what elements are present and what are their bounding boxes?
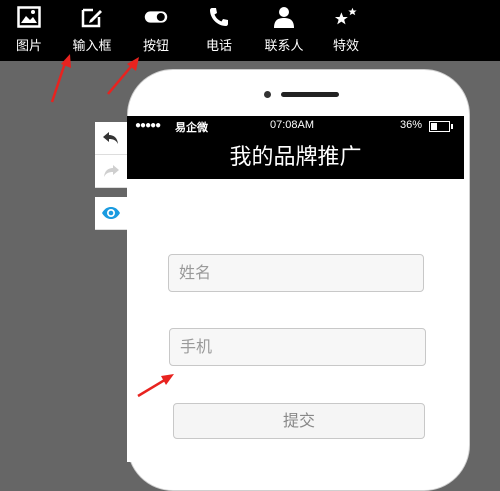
- component-toolbar: 图片 输入框 按钮 电话 联系人 特效: [0, 0, 500, 61]
- redo-button[interactable]: [95, 155, 127, 188]
- stars-icon: [334, 7, 357, 25]
- battery-percent: 36%: [400, 119, 423, 131]
- toolbar-item-label: 输入框: [72, 39, 112, 54]
- toolbar-item-image[interactable]: 图片: [8, 0, 50, 61]
- toggle-icon: [144, 11, 168, 23]
- image-icon: [17, 6, 41, 28]
- toolbar-item-contact[interactable]: 联系人: [258, 0, 310, 61]
- phone-input[interactable]: 手机: [169, 328, 426, 366]
- toolbar-item-phone[interactable]: 电话: [199, 0, 239, 61]
- toolbar-item-label: 按钮: [142, 39, 169, 54]
- status-bar: ●●●●● 易企微 07:08AM 36%: [127, 116, 464, 136]
- undo-icon: [103, 132, 118, 144]
- toolbar-item-effect[interactable]: 特效: [326, 0, 366, 61]
- name-input[interactable]: 姓名: [168, 254, 424, 292]
- battery-nub: [451, 124, 453, 129]
- phone-speaker: [281, 92, 339, 97]
- signal-indicator: ●●●●●: [135, 120, 161, 131]
- carrier-name: 易企微: [175, 122, 208, 134]
- phone-camera: [264, 91, 271, 98]
- preview-button[interactable]: [95, 197, 127, 230]
- page-title[interactable]: 我的品牌推广: [127, 136, 464, 179]
- eye-icon: [102, 207, 120, 219]
- toolbar-item-label: 图片: [15, 39, 42, 54]
- redo-icon: [104, 165, 119, 177]
- status-time: 07:08AM: [270, 119, 315, 131]
- undo-button[interactable]: [95, 122, 127, 155]
- toolbar-item-label: 联系人: [264, 39, 304, 54]
- phone-screen: ●●●●● 易企微 07:08AM 36% 我的品牌推广 姓名 手机 提交: [127, 116, 464, 462]
- battery-icon: [429, 121, 453, 132]
- toolbar-item-input[interactable]: 输入框: [70, 0, 114, 61]
- toolbar-item-label: 电话: [205, 39, 232, 54]
- battery-fill: [431, 123, 438, 130]
- contact-icon: [274, 7, 294, 28]
- toolbar-item-label: 特效: [332, 39, 359, 54]
- edit-icon: [81, 8, 102, 28]
- submit-button[interactable]: 提交: [173, 403, 425, 439]
- toolbar-item-button[interactable]: 按钮: [136, 0, 176, 61]
- phone-icon: [210, 8, 228, 26]
